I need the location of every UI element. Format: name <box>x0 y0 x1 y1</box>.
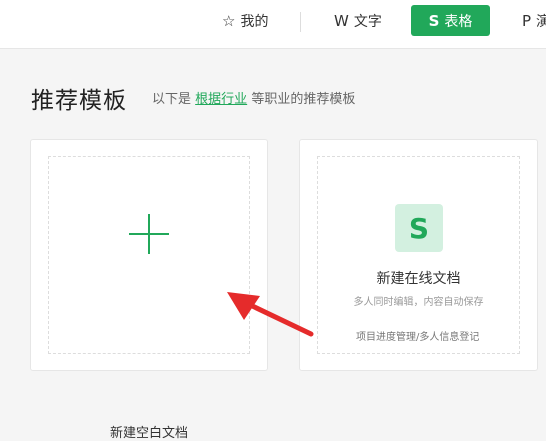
red-arrow-annotation <box>227 292 314 337</box>
new-blank-doc-label: 新建空白文档 <box>109 426 188 441</box>
